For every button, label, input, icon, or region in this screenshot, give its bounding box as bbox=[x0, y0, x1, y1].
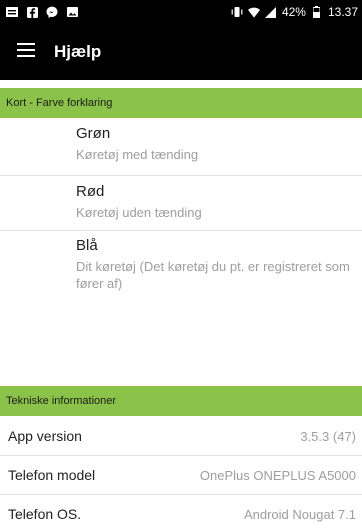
app-bar: Hjælp bbox=[0, 24, 362, 80]
legend-item-green: Grøn Køretøj med tænding bbox=[76, 125, 356, 163]
notification-icons bbox=[6, 6, 78, 18]
info-label: Telefon OS. bbox=[8, 506, 82, 522]
clock: 13.37 bbox=[327, 5, 358, 19]
info-row-phone-model: Telefon model OnePlus ONEPLUS A5000 bbox=[0, 456, 362, 494]
menu-button[interactable] bbox=[0, 24, 52, 80]
legend-item-red: Rød Køretøj uden tænding bbox=[76, 183, 356, 221]
legend-item-title: Grøn bbox=[76, 125, 111, 142]
battery-percent: 42% bbox=[281, 5, 306, 19]
legend-item-blue: Blå Dit køretøj (Det køretøj du pt. er r… bbox=[76, 237, 356, 292]
info-value: Android Nougat 7.1 bbox=[243, 506, 356, 522]
page-title: Hjælp bbox=[54, 42, 102, 61]
system-indicators: 42% 13.37 bbox=[231, 5, 358, 19]
info-label: App version bbox=[8, 428, 82, 444]
status-bar: 42% 13.37 bbox=[0, 0, 362, 24]
message-icon bbox=[6, 6, 18, 18]
info-value: OnePlus ONEPLUS A5000 bbox=[199, 467, 356, 483]
legend-section-header: Kort - Farve forklaring bbox=[0, 88, 362, 118]
wifi-icon bbox=[247, 6, 260, 18]
facebook-icon bbox=[26, 6, 38, 18]
legend-item-title: Rød bbox=[76, 183, 105, 200]
vibrate-icon bbox=[231, 6, 243, 18]
info-row-app-version: App version 3.5.3 (47) bbox=[0, 417, 362, 455]
signal-icon bbox=[265, 6, 277, 18]
divider bbox=[0, 175, 362, 176]
tech-section-header: Tekniske informationer bbox=[0, 386, 362, 416]
battery-icon bbox=[311, 6, 323, 18]
info-row-phone-os: Telefon OS. Android Nougat 7.1 bbox=[0, 495, 362, 531]
gallery-icon bbox=[66, 6, 78, 18]
hamburger-menu-icon bbox=[17, 42, 35, 62]
divider bbox=[0, 230, 362, 231]
legend-item-description: Dit køretøj (Det køretøj du pt. er regis… bbox=[76, 259, 350, 291]
legend-item-description: Køretøj med tænding bbox=[76, 147, 199, 162]
messenger-icon bbox=[46, 6, 58, 18]
info-label: Telefon model bbox=[8, 467, 96, 483]
legend-item-title: Blå bbox=[76, 237, 98, 254]
legend-item-description: Køretøj uden tænding bbox=[76, 205, 202, 220]
info-value: 3.5.3 (47) bbox=[300, 428, 356, 444]
